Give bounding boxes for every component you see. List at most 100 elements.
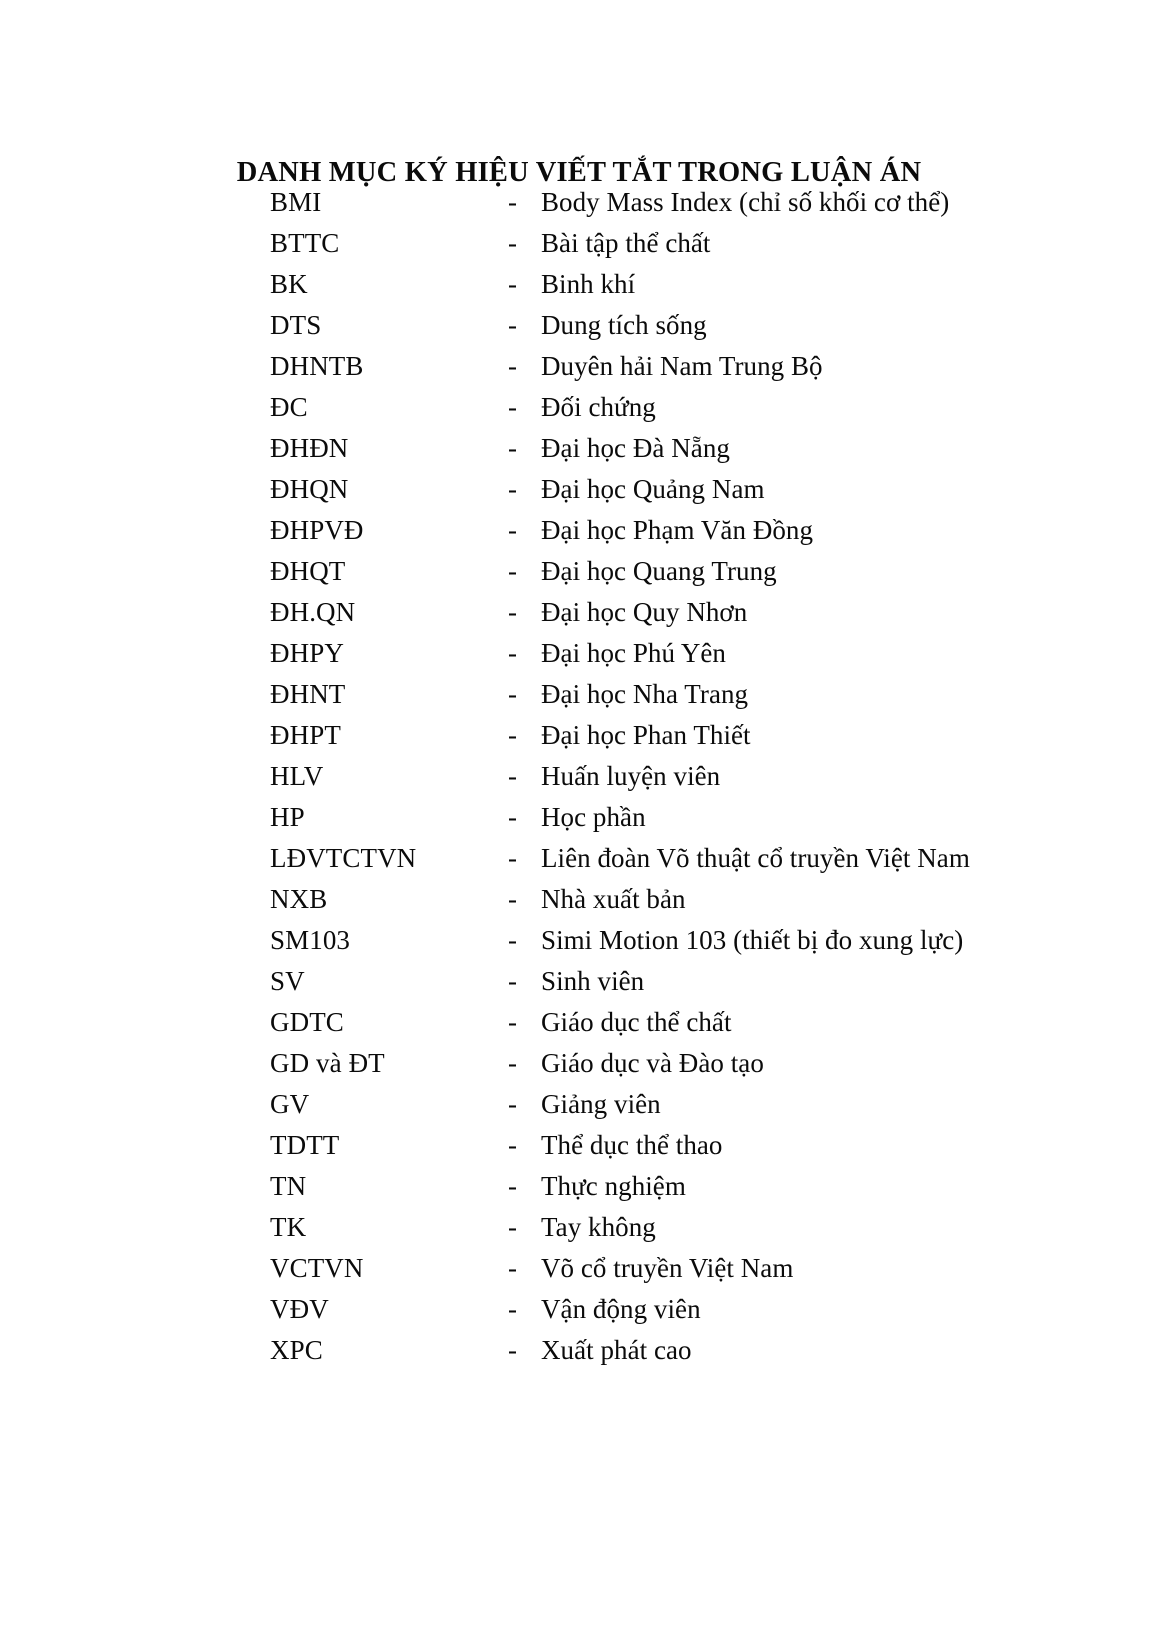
- abbreviation-separator: -: [508, 761, 517, 791]
- abbreviation-term: VĐV: [270, 1294, 329, 1324]
- abbreviation-term: LĐVTCTVN: [270, 843, 417, 873]
- abbreviation-term: ĐHĐN: [270, 433, 349, 463]
- abbreviation-separator: -: [508, 310, 517, 340]
- abbreviation-term: VCTVN: [270, 1253, 364, 1283]
- abbreviation-term: HP: [270, 802, 305, 832]
- abbreviation-row: XPC - Xuất phát cao: [0, 1330, 1158, 1371]
- abbreviation-row: GD và ĐT - Giáo dục và Đào tạo: [0, 1043, 1158, 1084]
- abbreviation-definition: Đại học Phú Yên: [541, 638, 726, 668]
- abbreviation-row: BK - Binh khí: [0, 264, 1158, 305]
- abbreviation-separator: -: [508, 843, 517, 873]
- abbreviation-row: SM103 - Simi Motion 103 (thiết bị đo xung …: [0, 920, 1158, 961]
- abbreviation-separator: -: [508, 228, 517, 258]
- abbreviation-definition: Đại học Đà Nẵng: [541, 433, 730, 463]
- abbreviation-term: ĐHPT: [270, 720, 341, 750]
- abbreviation-separator: -: [508, 1048, 517, 1078]
- abbreviation-separator: -: [508, 925, 517, 955]
- abbreviation-definition: Đại học Quảng Nam: [541, 474, 765, 504]
- abbreviation-separator: -: [508, 1335, 517, 1365]
- abbreviation-definition: Học phần: [541, 802, 646, 832]
- abbreviation-separator: -: [508, 802, 517, 832]
- abbreviation-definition: Đại học Nha Trang: [541, 679, 749, 709]
- abbreviation-separator: -: [508, 679, 517, 709]
- abbreviation-term: ĐHQN: [270, 474, 349, 504]
- abbreviation-definition: Huấn luyện viên: [541, 761, 721, 791]
- abbreviation-term: DTS: [270, 310, 322, 340]
- abbreviation-row: HP - Học phần: [0, 797, 1158, 838]
- abbreviation-term: TDTT: [270, 1130, 340, 1160]
- abbreviation-term: ĐHQT: [270, 556, 346, 586]
- abbreviation-term: BTTC: [270, 228, 340, 258]
- abbreviation-definition: Liên đoàn Võ thuật cổ truyền Việt Nam: [541, 843, 970, 873]
- abbreviation-definition: Đại học Quy Nhơn: [541, 597, 748, 627]
- abbreviation-row: ĐHPY - Đại học Phú Yên: [0, 633, 1158, 674]
- abbreviation-definition: Giáo dục và Đào tạo: [541, 1048, 764, 1078]
- abbreviation-separator: -: [508, 433, 517, 463]
- abbreviation-term: XPC: [270, 1335, 323, 1365]
- abbreviation-separator: -: [508, 474, 517, 504]
- abbreviation-term: SV: [270, 966, 305, 996]
- abbreviation-term: ĐHPY: [270, 638, 344, 668]
- abbreviation-separator: -: [508, 1212, 517, 1242]
- abbreviation-row: ĐHQN - Đại học Quảng Nam: [0, 469, 1158, 510]
- abbreviation-row: ĐHPVĐ - Đại học Phạm Văn Đồng: [0, 510, 1158, 551]
- abbreviation-separator: -: [508, 187, 517, 217]
- abbreviation-row: ĐHPT - Đại học Phan Thiết: [0, 715, 1158, 756]
- abbreviation-definition: Bài tập thể chất: [541, 228, 711, 258]
- abbreviation-definition: Tay không: [541, 1212, 656, 1242]
- abbreviation-row: DHNTB - Duyên hải Nam Trung Bộ: [0, 346, 1158, 387]
- abbreviation-term: ĐHPVĐ: [270, 515, 364, 545]
- abbreviation-term: TN: [270, 1171, 307, 1201]
- abbreviation-definition: Võ cổ truyền Việt Nam: [541, 1253, 794, 1283]
- abbreviation-separator: -: [508, 1171, 517, 1201]
- abbreviation-separator: -: [508, 269, 517, 299]
- abbreviation-list: BMI - Body Mass Index (chỉ số khối cơ thể)…: [0, 182, 1158, 1371]
- abbreviation-separator: -: [508, 884, 517, 914]
- abbreviation-row: ĐHQT - Đại học Quang Trung: [0, 551, 1158, 592]
- abbreviation-row: TK - Tay không: [0, 1207, 1158, 1248]
- abbreviation-term: GD và ĐT: [270, 1048, 385, 1078]
- abbreviation-row: ĐH.QN - Đại học Quy Nhơn: [0, 592, 1158, 633]
- abbreviation-term: TK: [270, 1212, 307, 1242]
- abbreviation-term: BK: [270, 269, 308, 299]
- abbreviation-separator: -: [508, 1294, 517, 1324]
- abbreviation-separator: -: [508, 1253, 517, 1283]
- abbreviation-separator: -: [508, 392, 517, 422]
- abbreviation-definition: Dung tích sống: [541, 310, 707, 340]
- abbreviation-row: ĐHNT - Đại học Nha Trang: [0, 674, 1158, 715]
- abbreviation-term: ĐC: [270, 392, 308, 422]
- abbreviation-separator: -: [508, 638, 517, 668]
- abbreviation-separator: -: [508, 556, 517, 586]
- abbreviation-definition: Đối chứng: [541, 392, 656, 422]
- abbreviation-row: LĐVTCTVN - Liên đoàn Võ thuật cổ truyền Vi…: [0, 838, 1158, 879]
- abbreviation-row: VĐV - Vận động viên: [0, 1289, 1158, 1330]
- abbreviation-definition: Binh khí: [541, 269, 636, 299]
- abbreviation-row: BTTC - Bài tập thể chất: [0, 223, 1158, 264]
- abbreviation-definition: Vận động viên: [541, 1294, 701, 1324]
- abbreviation-definition: Đại học Phan Thiết: [541, 720, 751, 750]
- abbreviation-term: GV: [270, 1089, 310, 1119]
- abbreviation-term: ĐH.QN: [270, 597, 356, 627]
- abbreviation-separator: -: [508, 597, 517, 627]
- abbreviation-definition: Sinh viên: [541, 966, 645, 996]
- abbreviation-row: GDTC - Giáo dục thể chất: [0, 1002, 1158, 1043]
- abbreviation-row: TN - Thực nghiệm: [0, 1166, 1158, 1207]
- abbreviation-term: SM103: [270, 925, 351, 955]
- abbreviation-row: SV - Sinh viên: [0, 961, 1158, 1002]
- abbreviation-separator: -: [508, 1007, 517, 1037]
- abbreviation-term: ĐHNT: [270, 679, 346, 709]
- abbreviation-separator: -: [508, 351, 517, 381]
- abbreviation-definition: Body Mass Index (chỉ số khối cơ thể): [541, 187, 950, 217]
- abbreviation-row: VCTVN - Võ cổ truyền Việt Nam: [0, 1248, 1158, 1289]
- abbreviation-definition: Xuất phát cao: [541, 1335, 692, 1365]
- abbreviation-row: TDTT - Thể dục thể thao: [0, 1125, 1158, 1166]
- abbreviation-separator: -: [508, 1089, 517, 1119]
- abbreviation-definition: Simi Motion 103 (thiết bị đo xung lực): [541, 925, 964, 955]
- abbreviation-definition: Giảng viên: [541, 1089, 661, 1119]
- abbreviation-row: NXB - Nhà xuất bản: [0, 879, 1158, 920]
- abbreviation-row: ĐHĐN - Đại học Đà Nẵng: [0, 428, 1158, 469]
- abbreviation-definition: Thực nghiệm: [541, 1171, 686, 1201]
- abbreviation-definition: Đại học Quang Trung: [541, 556, 777, 586]
- abbreviation-definition: Giáo dục thể chất: [541, 1007, 732, 1037]
- abbreviation-row: ĐC - Đối chứng: [0, 387, 1158, 428]
